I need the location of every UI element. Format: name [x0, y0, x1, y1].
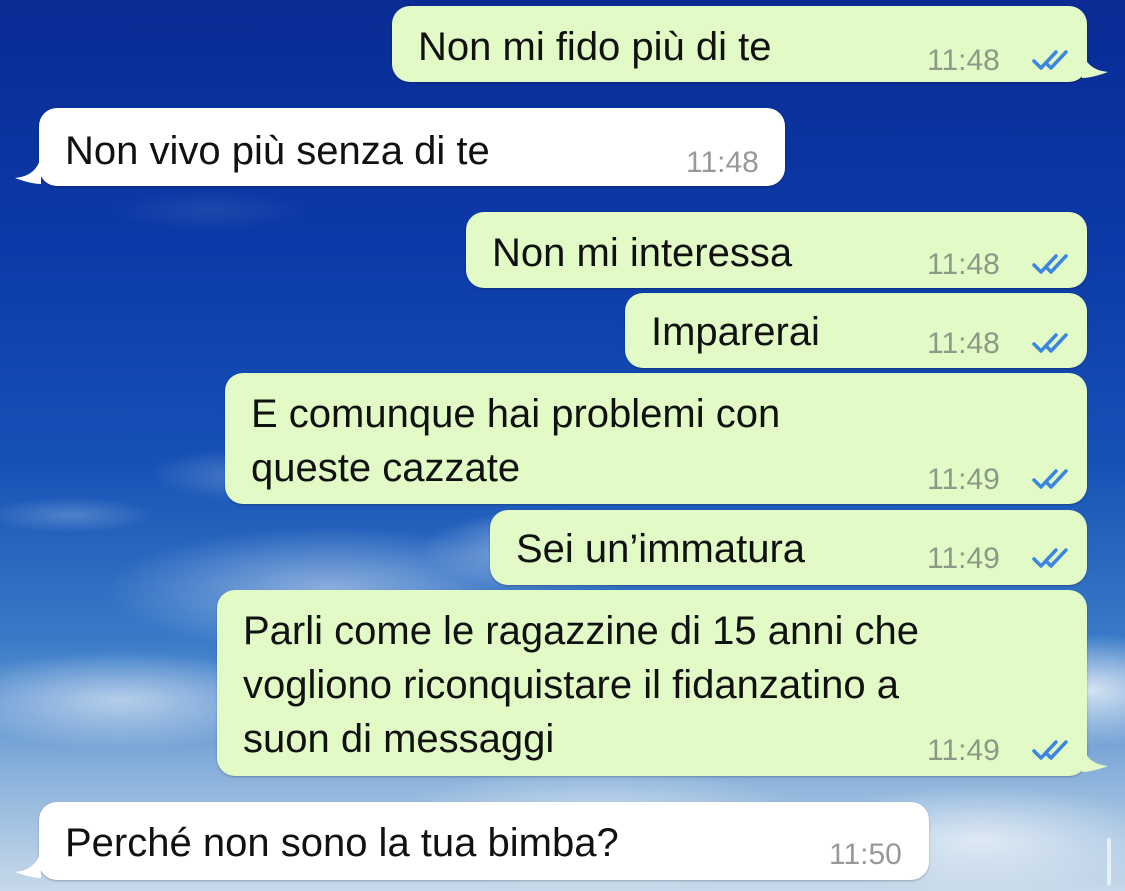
message-text: Non mi fido più di te: [418, 25, 772, 69]
message-bubble-outgoing[interactable]: Imparerai 11:48: [625, 293, 1087, 368]
message-time: 11:49: [927, 542, 1000, 575]
message-time: 11:50: [829, 838, 902, 871]
message-time: 11:48: [927, 327, 1000, 360]
bubble-tail: [15, 156, 41, 184]
message-time: 11:49: [927, 463, 1000, 496]
message-bubble-incoming[interactable]: Perché non sono la tua bimba? 11:50: [15, 802, 929, 880]
bubble-tail: [1082, 744, 1108, 772]
double-check-icon: [1032, 548, 1068, 568]
message-text: Non mi interessa: [492, 231, 793, 275]
message-bubble-outgoing[interactable]: Parli come le ragazzine di 15 anni che v…: [217, 590, 1108, 776]
message-bubble-outgoing[interactable]: Sei un’immatura 11:49: [490, 510, 1087, 585]
message-bubble-outgoing[interactable]: E comunque hai problemi con queste cazza…: [225, 373, 1087, 504]
message-time: 11:48: [927, 44, 1000, 77]
message-time: 11:48: [686, 146, 759, 179]
message-bubble-incoming[interactable]: Non vivo più senza di te 11:48: [15, 108, 785, 186]
double-check-icon: [1032, 50, 1068, 70]
message-text: Imparerai: [651, 310, 820, 354]
message-text: Perché non sono la tua bimba?: [65, 821, 619, 865]
double-check-icon: [1032, 333, 1068, 353]
message-bubble-outgoing[interactable]: Non mi interessa 11:48: [466, 212, 1087, 288]
double-check-icon: [1032, 740, 1068, 760]
double-check-icon: [1032, 469, 1068, 489]
bubble-tail: [1082, 50, 1108, 78]
double-check-icon: [1032, 254, 1068, 274]
message-text: E comunque hai problemi con queste cazza…: [251, 392, 781, 490]
bubble-tail: [15, 850, 41, 878]
message-text: Sei un’immatura: [516, 527, 806, 571]
message-text: Non vivo più senza di te: [65, 129, 490, 173]
message-time: 11:48: [927, 248, 1000, 281]
message-time: 11:49: [927, 734, 1000, 767]
message-bubble-outgoing[interactable]: Non mi fido più di te 11:48: [392, 6, 1108, 82]
scroll-indicator[interactable]: [1107, 838, 1111, 886]
message-text: Parli come le ragazzine di 15 anni che v…: [243, 609, 919, 761]
